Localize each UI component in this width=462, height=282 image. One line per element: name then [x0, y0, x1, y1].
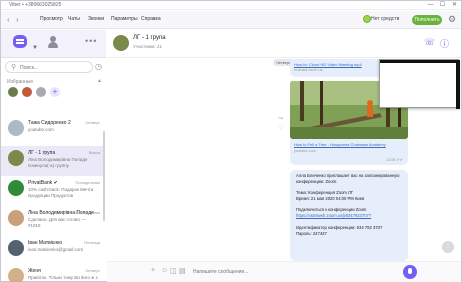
chat-time: Понедельник [75, 180, 100, 185]
recent-calls-icon[interactable]: ◷ [95, 62, 102, 71]
avatar [8, 180, 24, 196]
add-participant-icon[interactable]: ☏ [424, 37, 435, 48]
reaction-icon[interactable]: ♡ [278, 125, 283, 132]
chat-list-item[interactable]: Лiна Володимирiвна Попаде Понедельник Сд… [1, 206, 105, 236]
minimize-button[interactable]: — [425, 1, 436, 10]
menu-chats[interactable]: Чаты [68, 16, 80, 22]
viber-window: Viber • +380663025825 — ☐ ✕ ‹ › Просмотр… [0, 0, 462, 282]
sidebar-tabs: ▼ ••• [1, 30, 106, 58]
chat-subtitle: Участники: 21 [133, 44, 163, 49]
favorite-avatar[interactable] [36, 87, 46, 97]
chat-time: Четверг [85, 120, 100, 125]
topup-button[interactable]: Пополнить [412, 15, 442, 25]
chat-name: PrivatBank ✔ [28, 180, 58, 186]
chat-preview: Привіток. Тільки тому Ви його ж є [28, 275, 98, 280]
avatar [8, 120, 24, 136]
add-favorite-button[interactable]: + [50, 87, 60, 97]
microphone-icon[interactable] [403, 265, 417, 279]
message-text-line: Пароль: 247437 [296, 231, 327, 236]
chat-title[interactable]: ЛГ - 1 група [133, 35, 166, 41]
chat-list-item[interactable]: Тажа Сидоренко 2 Четверг youtube.com [1, 116, 105, 146]
favorites-collapse-icon[interactable]: ▲ [97, 78, 102, 84]
sticker-icon[interactable]: ◫ [170, 267, 177, 275]
message-text-line: Идентификатор конференции: 634 792 3707 [296, 225, 383, 230]
conversation: Четверг How-to: Cloud HD Video Meeting.m… [107, 59, 461, 261]
video-overlay-window[interactable] [379, 59, 460, 109]
link-preview[interactable]: How to Fell a Tree - Husqvarna Chainsaw … [290, 139, 408, 165]
chat-time: Вчера [88, 150, 100, 155]
menu-help[interactable]: Справка [141, 16, 161, 22]
chat-time: Пятница [84, 240, 100, 245]
scroll-down-button[interactable]: ↓ [442, 241, 454, 253]
message-composer: + ☺ ◫ ▤ [107, 261, 461, 282]
chat-preview: Сделано. Для вас готово — #1015 [28, 217, 86, 228]
emoji-icon[interactable]: ☺ [161, 267, 168, 274]
link-source: ecdcast.zoom.us [294, 68, 323, 72]
gear-icon[interactable]: ⚙ [448, 14, 456, 25]
chat-time: Четверг [85, 268, 100, 273]
message-text-line: Время: 21 мая 2020 04:00 PM Киев [296, 196, 365, 201]
contacts-tab-icon[interactable] [48, 36, 58, 49]
favorites-label: Избранные [7, 79, 34, 85]
menu-calls[interactable]: Звонки [88, 16, 104, 22]
message-text-line: Тема: Конференция Zoom ЛГ [296, 190, 354, 195]
avatar [8, 150, 24, 166]
favorite-avatar[interactable] [8, 87, 18, 97]
balance-status: Нет средств [371, 16, 400, 22]
message-link[interactable]: https://us04web.zoom.us/j/6347923707? [296, 213, 371, 218]
chats-tab-icon[interactable] [13, 35, 27, 48]
chat-name: Іван Матвієнко [28, 240, 63, 246]
chat-preview: ivan.matvienko@gmail.com [28, 247, 84, 252]
info-icon[interactable]: ⓘ [440, 37, 449, 50]
gif-icon[interactable]: ▤ [179, 267, 186, 275]
menu-settings[interactable]: Параметры [111, 16, 138, 22]
chat-time: Понедельник [75, 210, 100, 215]
chat-preview: 10% cash-back. Подарок Мечта продукции П… [28, 187, 94, 198]
chat-name: ЛГ - 1 група [28, 150, 56, 156]
message-text-line: Алла Бличенко приглашает вас на запланир… [296, 173, 400, 178]
chat-header: ЛГ - 1 група Участники: 21 ☏ ⓘ [107, 30, 461, 58]
message-link[interactable]: How-to: Cloud HD Video Meeting.mp4 [294, 62, 362, 67]
chat-preview: Лiна Володимирiвна Попаде покинула(-а) г… [28, 157, 88, 168]
menu-bar: ‹ › Просмотр Чаты Звонки Параметры Справ… [1, 11, 461, 29]
chat-name: Тажа Сидоренко 2 [28, 120, 71, 126]
more-icon[interactable]: ••• [85, 36, 97, 46]
overlay-border [380, 60, 460, 63]
chevron-down-icon[interactable]: ▼ [32, 45, 38, 51]
chat-name: Женя [28, 268, 41, 274]
chat-list-item[interactable]: Іван Матвієнко Пятница ivan.matvienko@gm… [1, 236, 105, 266]
search-input[interactable] [20, 64, 90, 72]
search-box[interactable]: ⚲ [5, 61, 93, 73]
message-link[interactable]: How to Fell a Tree - Husqvarna Chainsaw … [294, 142, 386, 147]
forward-icon[interactable]: › [16, 15, 19, 24]
search-icon: ⚲ [11, 64, 17, 71]
avatar [8, 210, 24, 226]
chat-list: Тажа Сидоренко 2 Четверг youtube.com ЛГ … [1, 116, 106, 282]
chat-list-scrollbar[interactable] [103, 131, 105, 221]
menu-view[interactable]: Просмотр [40, 16, 63, 22]
message-time: 13:55 ✔✔ [386, 158, 403, 162]
chat-list-item[interactable]: PrivatBank ✔ Понедельник 10% cash-back. … [1, 176, 105, 206]
share-icon[interactable]: ↪ [278, 115, 283, 122]
close-button[interactable]: ✕ [449, 1, 460, 10]
title-bar: Viber • +380663025825 — ☐ ✕ [1, 1, 461, 10]
link-source: youtube.com [294, 149, 316, 153]
message-input[interactable] [193, 267, 393, 277]
chat-list-item[interactable]: Женя Четверг Привіток. Тільки тому Ви йо… [1, 264, 105, 282]
favorite-avatar[interactable] [22, 87, 32, 97]
avatar [8, 240, 24, 256]
chat-preview: youtube.com [28, 127, 54, 132]
window-title: Viber • +380663025825 [9, 2, 62, 8]
balance-icon [363, 15, 371, 23]
avatar [8, 268, 24, 282]
back-icon[interactable]: ‹ [7, 15, 10, 24]
avatar[interactable] [113, 35, 129, 51]
maximize-button[interactable]: ☐ [437, 1, 448, 10]
message-text-line: конференцию: Zoom. [296, 179, 338, 184]
overlay-border [456, 60, 460, 109]
plus-icon[interactable]: + [151, 267, 155, 274]
message-text-line: Подключиться к конференции Zoom [296, 207, 367, 212]
chat-list-item[interactable]: ЛГ - 1 група Вчера Лiна Володимирiвна По… [1, 146, 105, 176]
